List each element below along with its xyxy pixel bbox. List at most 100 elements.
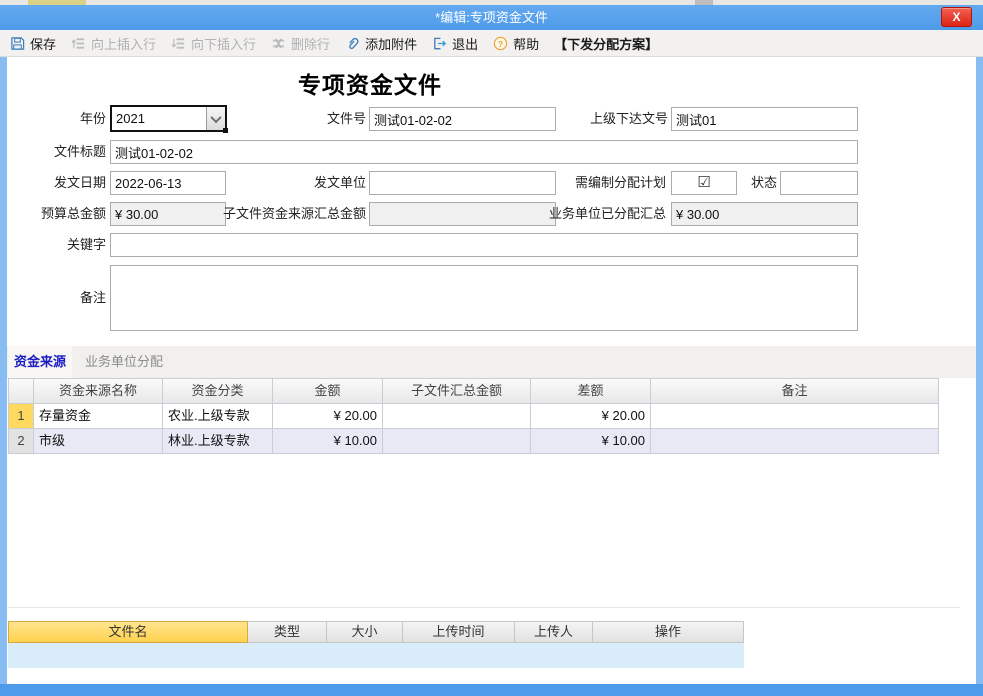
remark-textarea[interactable] xyxy=(110,265,858,331)
page-title: 专项资金文件 xyxy=(298,66,442,100)
exit-button[interactable]: 退出 xyxy=(432,34,478,53)
cell-category[interactable]: 林业.上级专款 xyxy=(163,429,273,454)
doc-no-input[interactable] xyxy=(369,107,556,131)
subfile-total-label: 子文件资金来源汇总金额 xyxy=(216,202,366,226)
save-button[interactable]: 保存 xyxy=(10,34,56,53)
col-header-filename[interactable]: 文件名 xyxy=(8,621,248,643)
issue-date-label: 发文日期 xyxy=(28,171,106,195)
save-icon xyxy=(10,36,25,51)
year-label: 年份 xyxy=(48,105,106,132)
row-number-header xyxy=(8,378,34,404)
toolbar: 保存 向上插入行 向下插入行 删除行 xyxy=(0,30,983,57)
cell-difference[interactable]: ¥ 10.00 xyxy=(531,429,651,454)
cell-subfile-amount[interactable] xyxy=(383,429,531,454)
year-select[interactable]: 2021 xyxy=(110,105,227,132)
budget-total-input xyxy=(110,202,226,226)
cell-name[interactable]: 存量资金 xyxy=(34,404,163,429)
help-circle-icon: ? xyxy=(493,36,508,51)
table-row[interactable]: 2 市级 林业.上级专款 ¥ 10.00 ¥ 10.00 xyxy=(8,429,939,454)
issue-date-input[interactable] xyxy=(110,171,226,195)
checkbox-checked-icon: ☑ xyxy=(697,174,710,191)
row-number-cell[interactable]: 2 xyxy=(8,429,34,454)
table-row[interactable]: 1 存量资金 农业.上级专款 ¥ 20.00 ¥ 20.00 xyxy=(8,404,939,429)
insert-row-above-label: 向上插入行 xyxy=(91,34,156,53)
paperclip-icon xyxy=(345,36,360,51)
col-header-subfile-amount[interactable]: 子文件汇总金额 xyxy=(383,378,531,404)
cell-name[interactable]: 市级 xyxy=(34,429,163,454)
subfile-total-input xyxy=(369,202,556,226)
col-header-operation[interactable]: 操作 xyxy=(593,621,744,643)
col-header-amount[interactable]: 金额 xyxy=(273,378,383,404)
svg-text:?: ? xyxy=(498,38,503,48)
superior-doc-no-input[interactable] xyxy=(671,107,858,131)
superior-doc-no-label: 上级下达文号 xyxy=(570,107,668,131)
attachment-panel-divider xyxy=(8,607,960,608)
year-value: 2021 xyxy=(112,107,206,130)
year-dropdown-button[interactable] xyxy=(206,107,225,130)
col-header-filesize[interactable]: 大小 xyxy=(327,621,403,643)
help-label: 帮助 xyxy=(513,34,539,53)
focus-handle xyxy=(223,128,228,133)
delete-row-button[interactable]: 删除行 xyxy=(271,34,330,53)
doc-title-label: 文件标题 xyxy=(28,140,106,164)
status-input[interactable] xyxy=(780,171,858,195)
col-header-remark[interactable]: 备注 xyxy=(651,378,939,404)
delete-row-label: 删除行 xyxy=(291,34,330,53)
attachment-table-header: 文件名 类型 大小 上传时间 上传人 操作 xyxy=(8,621,744,643)
budget-total-label: 预算总金额 xyxy=(28,202,106,226)
insert-row-above-icon xyxy=(71,36,86,51)
cell-subfile-amount[interactable] xyxy=(383,404,531,429)
col-header-upload-time[interactable]: 上传时间 xyxy=(403,621,515,643)
attachment-empty-row xyxy=(8,643,744,668)
issue-unit-label: 发文单位 xyxy=(300,171,366,195)
cell-amount[interactable]: ¥ 20.00 xyxy=(273,404,383,429)
close-button[interactable]: X xyxy=(941,7,972,27)
insert-row-below-label: 向下插入行 xyxy=(191,34,256,53)
doc-no-label: 文件号 xyxy=(300,107,366,131)
remark-label: 备注 xyxy=(66,265,106,331)
col-header-uploader[interactable]: 上传人 xyxy=(515,621,593,643)
allocated-total-label: 业务单位已分配汇总 xyxy=(544,202,666,226)
need-plan-checkbox[interactable]: ☑ xyxy=(671,171,737,195)
tab-unit-allocation[interactable]: 业务单位分配 xyxy=(72,346,176,378)
fund-source-table: 资金来源名称 资金分类 金额 子文件汇总金额 差额 备注 1 存量资金 农业.上… xyxy=(8,378,939,454)
add-attachment-label: 添加附件 xyxy=(365,34,417,53)
need-plan-label: 需编制分配计划 xyxy=(560,171,666,195)
dialog-border-right xyxy=(976,57,983,684)
allocated-total-input xyxy=(671,202,858,226)
fund-table-header-row: 资金来源名称 资金分类 金额 子文件汇总金额 差额 备注 xyxy=(8,378,939,404)
exit-label: 退出 xyxy=(452,34,478,53)
insert-row-below-icon xyxy=(171,36,186,51)
exit-icon xyxy=(432,36,447,51)
col-header-name[interactable]: 资金来源名称 xyxy=(34,378,163,404)
dispatch-plan-button[interactable]: 【下发分配方案】 xyxy=(554,34,658,53)
cell-remark[interactable] xyxy=(651,404,939,429)
delete-row-icon xyxy=(271,36,286,51)
cell-remark[interactable] xyxy=(651,429,939,454)
row-number-cell[interactable]: 1 xyxy=(8,404,34,429)
cell-category[interactable]: 农业.上级专款 xyxy=(163,404,273,429)
status-label: 状态 xyxy=(747,171,777,195)
cell-difference[interactable]: ¥ 20.00 xyxy=(531,404,651,429)
insert-row-above-button[interactable]: 向上插入行 xyxy=(71,34,156,53)
col-header-category[interactable]: 资金分类 xyxy=(163,378,273,404)
doc-title-input[interactable] xyxy=(110,140,858,164)
cell-amount[interactable]: ¥ 10.00 xyxy=(273,429,383,454)
insert-row-below-button[interactable]: 向下插入行 xyxy=(171,34,256,53)
title-bar: *编辑:专项资金文件 xyxy=(0,5,983,30)
col-header-filetype[interactable]: 类型 xyxy=(248,621,327,643)
help-button[interactable]: ? 帮助 xyxy=(493,34,539,53)
edit-special-fund-dialog: *编辑:专项资金文件 X 保存 向上插入行 向下插入行 xyxy=(0,0,983,696)
dispatch-plan-label: 【下发分配方案】 xyxy=(554,34,658,53)
save-label: 保存 xyxy=(30,34,56,53)
dialog-border-left xyxy=(0,57,7,684)
col-header-difference[interactable]: 差额 xyxy=(531,378,651,404)
tab-fund-source[interactable]: 资金来源 xyxy=(8,346,72,378)
add-attachment-button[interactable]: 添加附件 xyxy=(345,34,417,53)
keyword-label: 关键字 xyxy=(46,233,106,257)
issue-unit-input[interactable] xyxy=(369,171,556,195)
keyword-input[interactable] xyxy=(110,233,858,257)
window-title: *编辑:专项资金文件 xyxy=(0,5,983,30)
chevron-down-icon xyxy=(210,111,221,122)
dialog-border-bottom xyxy=(0,684,983,696)
